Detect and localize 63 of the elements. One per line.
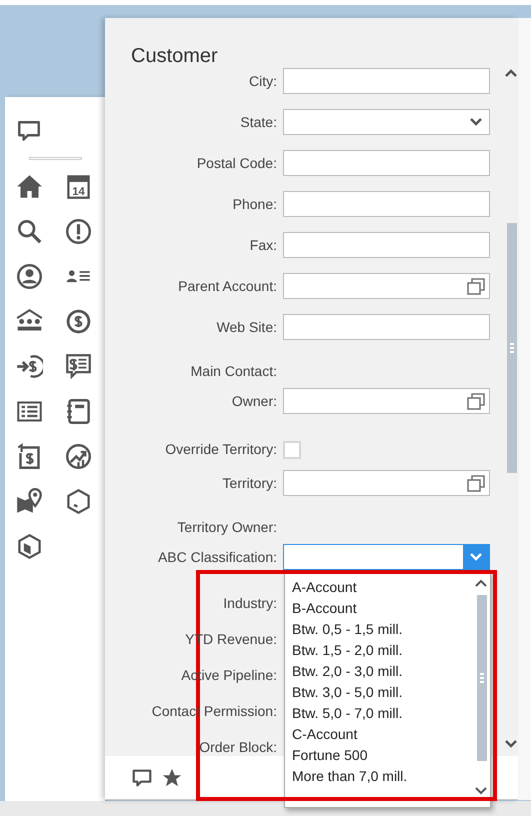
field-label: City:	[248, 72, 277, 91]
field-label: State:	[239, 113, 277, 132]
dropdown-option[interactable]: Fortune 500	[285, 745, 471, 766]
lookup-field[interactable]	[283, 388, 490, 414]
dropdown-option[interactable]: Btw. 0,5 - 1,5 mill.	[285, 619, 471, 640]
map-pin-icon[interactable]	[16, 488, 43, 515]
box-icon[interactable]	[65, 488, 92, 515]
dropdown-option[interactable]: C-Account	[285, 724, 471, 745]
lookup-icon[interactable]	[466, 392, 486, 410]
growth-chart-icon[interactable]	[65, 443, 92, 470]
dropdown-option[interactable]: B-Account	[285, 598, 471, 619]
input-field[interactable]	[283, 68, 490, 94]
field-label: Owner:	[230, 392, 277, 411]
lookup-field[interactable]	[283, 470, 490, 496]
field-label: Territory Owner:	[176, 518, 277, 537]
lookup-icon[interactable]	[466, 278, 486, 294]
field-label: Web Site:	[216, 318, 277, 337]
dropdown-option[interactable]: Btw. 1,5 - 2,0 mill.	[285, 640, 471, 661]
input-field[interactable]	[283, 232, 490, 258]
field-label: Fax:	[248, 236, 277, 255]
field-label: Order Block:	[198, 738, 277, 756]
dropdown-option[interactable]: Btw. 2,0 - 3,0 mill.	[285, 661, 471, 682]
lookup-field[interactable]	[283, 273, 490, 299]
calendar-icon[interactable]: 14	[65, 173, 92, 200]
money-in-icon[interactable]	[16, 353, 43, 380]
checkbox[interactable]	[283, 440, 301, 458]
scrollbar-thumb[interactable]	[507, 223, 517, 473]
field-label: Override Territory:	[164, 440, 277, 459]
field-label: Postal Code:	[196, 154, 277, 173]
user-icon[interactable]	[16, 263, 43, 290]
notebook-icon[interactable]	[65, 398, 92, 425]
scroll-down-icon[interactable]	[475, 787, 487, 795]
field-label: Phone:	[232, 195, 277, 214]
dropdown-option[interactable]: More than 7,0 mill.	[285, 766, 471, 787]
search-icon[interactable]	[16, 218, 43, 245]
dropdown-field[interactable]	[283, 544, 490, 570]
scrollbar-thumb[interactable]	[477, 595, 487, 761]
input-field[interactable]	[283, 150, 490, 176]
package-icon[interactable]	[16, 533, 43, 560]
lookup-icon[interactable]	[466, 474, 486, 492]
scroll-up-icon[interactable]	[505, 69, 517, 78]
panel-title: Customer	[130, 44, 219, 68]
scroll-down-icon[interactable]	[505, 739, 517, 748]
dropdown-field[interactable]	[283, 109, 490, 135]
field-label: ABC Classification:	[156, 548, 277, 567]
caret-icon	[470, 553, 482, 561]
dropdown-option[interactable]: A-Account	[285, 577, 471, 598]
caret-icon	[470, 118, 482, 126]
dropdown-option[interactable]: Btw. 3,0 - 5,0 mill.	[285, 682, 471, 703]
home-icon[interactable]	[16, 173, 43, 200]
input-field[interactable]	[283, 314, 490, 340]
field-label: Main Contact:	[190, 362, 277, 381]
alert-icon[interactable]	[65, 218, 92, 245]
dollar-icon[interactable]	[65, 308, 92, 335]
scroll-up-icon[interactable]	[475, 579, 487, 587]
message-dollar-icon[interactable]	[65, 353, 92, 380]
field-label: Parent Account:	[177, 277, 277, 296]
star-icon[interactable]	[161, 766, 183, 788]
dropdown-option[interactable]: Btw. 5,0 - 7,0 mill.	[285, 703, 471, 724]
comment-icon[interactable]	[131, 766, 153, 788]
input-field[interactable]	[283, 191, 490, 217]
field-label: Industry:	[222, 594, 277, 613]
field-label: Territory:	[222, 474, 277, 493]
